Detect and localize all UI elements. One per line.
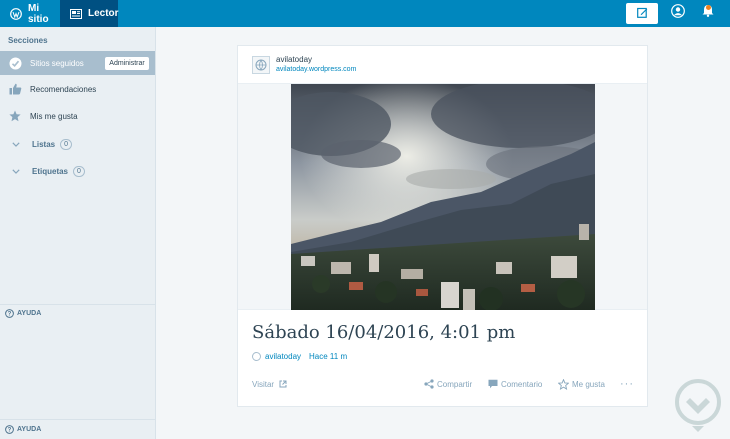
tags-count-badge: 0: [73, 165, 85, 177]
lists-label: Listas: [32, 139, 56, 149]
sidebar-item-label: Mis me gusta: [30, 111, 78, 121]
author-name[interactable]: avilatoday: [265, 352, 301, 361]
my-site-label: Mi sitio: [28, 2, 49, 25]
post-byline: avilatoday Hace 11 m: [252, 352, 347, 361]
reader-label: Lector: [88, 8, 119, 19]
notification-indicator: [706, 5, 711, 10]
svg-text:?: ?: [8, 312, 12, 318]
help-label: AYUDA: [17, 310, 42, 317]
help-label: AYUDA: [17, 426, 42, 433]
sidebar-item-recommendations[interactable]: Recomendaciones: [0, 77, 155, 101]
sections-heading: Secciones: [8, 36, 48, 45]
visit-label: Visitar: [252, 379, 275, 389]
help-link-bottom[interactable]: ? AYUDA: [5, 425, 41, 434]
share-label: Compartir: [437, 379, 473, 389]
sidebar-item-tags[interactable]: Etiquetas 0: [0, 161, 155, 181]
sidebar-divider: [0, 304, 155, 305]
comment-button[interactable]: Comentario: [488, 377, 542, 391]
star-icon: [0, 110, 30, 122]
site-blavatar: [252, 55, 270, 74]
user-icon: [671, 3, 685, 23]
more-options-button[interactable]: ···: [620, 377, 634, 391]
post-title[interactable]: Sábado 16/04/2016, 4:01 pm: [252, 322, 515, 343]
post-actions: Visitar Compartir Comentario Me gusta ··…: [252, 377, 634, 391]
external-link-icon: [279, 380, 287, 388]
sidebar-divider: [0, 419, 155, 420]
wordpress-icon: [10, 7, 22, 20]
lists-count-badge: 0: [60, 138, 73, 150]
help-icon: ?: [5, 425, 14, 434]
sidebar-item-lists[interactable]: Listas 0: [0, 134, 155, 154]
site-header[interactable]: avilatoday avilatoday.wordpress.com: [252, 55, 356, 74]
post-time[interactable]: Hace 11 m: [309, 352, 347, 361]
sidebar-item-label: Recomendaciones: [30, 84, 97, 94]
sidebar-item-label: Sitios seguidos: [30, 58, 84, 68]
star-outline-icon: [558, 378, 569, 390]
my-site-button[interactable]: Mi sitio: [0, 0, 60, 27]
comment-label: Comentario: [501, 379, 543, 389]
manage-button[interactable]: Administrar: [105, 57, 149, 70]
write-icon: [636, 5, 648, 23]
write-post-button[interactable]: [626, 3, 658, 24]
like-button[interactable]: Me gusta: [558, 377, 605, 391]
share-icon: [424, 379, 434, 389]
profile-button[interactable]: [669, 3, 687, 23]
visit-button[interactable]: Visitar: [252, 377, 287, 391]
help-icon: ?: [5, 309, 14, 318]
post-card: avilatoday avilatoday.wordpress.com Sába…: [237, 45, 648, 407]
masterbar: Mi sitio Lector: [0, 0, 730, 27]
reader-button[interactable]: Lector: [60, 0, 119, 27]
like-label: Me gusta: [572, 379, 605, 389]
site-name[interactable]: avilatoday: [276, 55, 356, 65]
site-url[interactable]: avilatoday.wordpress.com: [276, 65, 356, 74]
featured-image-container: [238, 83, 647, 310]
tags-label: Etiquetas: [32, 166, 69, 176]
author-avatar: [252, 352, 261, 361]
svg-text:?: ?: [8, 428, 12, 434]
featured-image[interactable]: [291, 84, 595, 310]
globe-icon: [255, 59, 267, 70]
sidebar-item-my-likes[interactable]: Mis me gusta: [0, 104, 155, 128]
watermark-logo: [675, 379, 721, 432]
checkmark-icon: [0, 57, 30, 70]
comment-icon: [488, 379, 498, 389]
thumbs-up-icon: [0, 83, 30, 95]
chevron-down-icon: [0, 168, 32, 174]
reader-icon: [70, 8, 82, 19]
share-button[interactable]: Compartir: [424, 377, 472, 391]
sidebar: Secciones Sitios seguidos Administrar Re…: [0, 27, 156, 439]
help-link[interactable]: ? AYUDA: [5, 309, 41, 318]
chevron-down-icon: [0, 141, 32, 147]
